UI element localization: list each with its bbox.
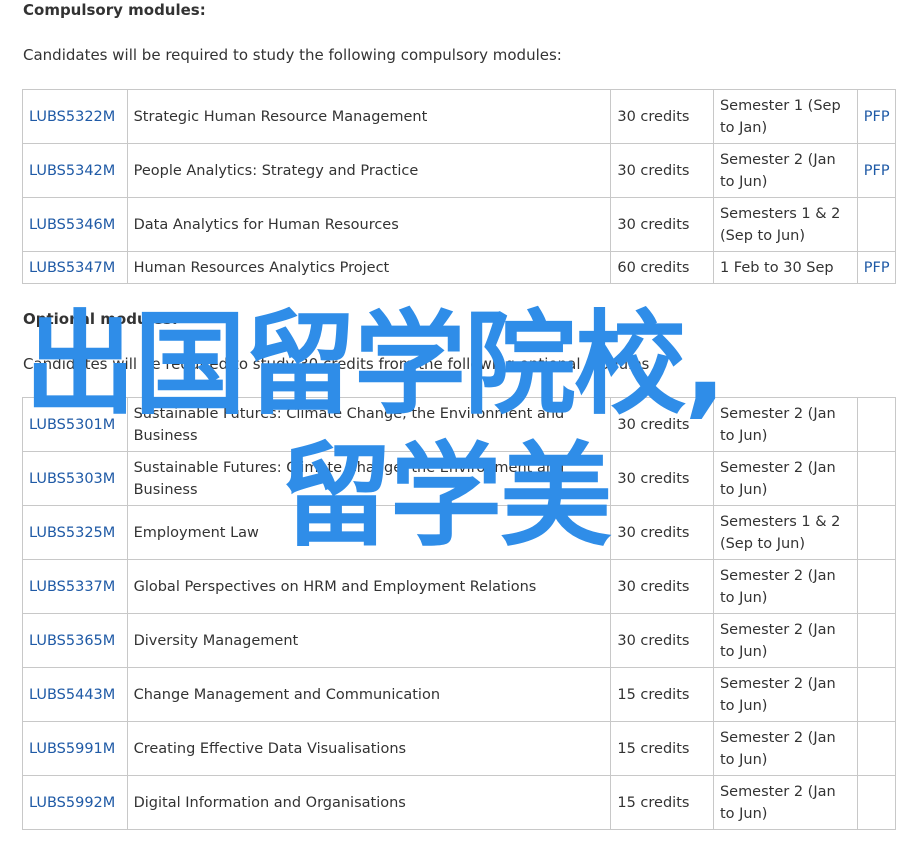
pfp-cell	[856, 721, 897, 776]
table-row: LUBS5365M Diversity Management 30 credit…	[22, 613, 897, 668]
module-credits: 30 credits	[610, 559, 714, 614]
pfp-link[interactable]: PFP	[856, 251, 897, 284]
table-row: LUBS5992M Digital Information and Organi…	[22, 775, 897, 830]
module-semester: Semester 2 (Jan to Jun)	[712, 721, 858, 776]
module-credits: 30 credits	[610, 143, 714, 198]
table-row: LUBS5346M Data Analytics for Human Resou…	[22, 197, 897, 252]
module-title: Human Resources Analytics Project	[126, 251, 612, 284]
module-title: Strategic Human Resource Management	[126, 89, 612, 144]
table-row: LUBS5342M People Analytics: Strategy and…	[22, 143, 897, 198]
module-credits: 30 credits	[610, 505, 714, 560]
module-code-link[interactable]: LUBS5301M	[22, 397, 128, 452]
compulsory-modules-table: LUBS5322M Strategic Human Resource Manag…	[22, 89, 897, 284]
module-semester: 1 Feb to 30 Sep	[712, 251, 858, 284]
table-row: LUBS5303M Sustainable Futures: Climate C…	[22, 451, 897, 506]
pfp-cell	[856, 775, 897, 830]
pfp-cell	[856, 667, 897, 722]
table-row: LUBS5347M Human Resources Analytics Proj…	[22, 251, 897, 284]
module-code-link[interactable]: LUBS5303M	[22, 451, 128, 506]
module-code-link[interactable]: LUBS5347M	[22, 251, 128, 284]
optional-modules-table: LUBS5301M Sustainable Futures: Climate C…	[22, 397, 897, 830]
pfp-cell	[856, 451, 897, 506]
module-credits: 30 credits	[610, 197, 714, 252]
module-code-link[interactable]: LUBS5443M	[22, 667, 128, 722]
pfp-link[interactable]: PFP	[856, 143, 897, 198]
table-row: LUBS5301M Sustainable Futures: Climate C…	[22, 397, 897, 452]
table-row: LUBS5325M Employment Law 30 credits Seme…	[22, 505, 897, 560]
module-title: Digital Information and Organisations	[126, 775, 612, 830]
module-code-link[interactable]: LUBS5342M	[22, 143, 128, 198]
module-semester: Semester 2 (Jan to Jun)	[712, 775, 858, 830]
module-semester: Semesters 1 & 2 (Sep to Jun)	[712, 197, 858, 252]
module-credits: 15 credits	[610, 667, 714, 722]
module-code-link[interactable]: LUBS5337M	[22, 559, 128, 614]
module-credits: 15 credits	[610, 775, 714, 830]
table-row: LUBS5991M Creating Effective Data Visual…	[22, 721, 897, 776]
module-code-link[interactable]: LUBS5325M	[22, 505, 128, 560]
module-credits: 30 credits	[610, 613, 714, 668]
table-row: LUBS5322M Strategic Human Resource Manag…	[22, 89, 897, 144]
module-title: Sustainable Futures: Climate Change, the…	[126, 397, 612, 452]
module-title: Sustainable Futures: Climate Change, the…	[126, 451, 612, 506]
module-semester: Semester 2 (Jan to Jun)	[712, 559, 858, 614]
module-code-link[interactable]: LUBS5346M	[22, 197, 128, 252]
compulsory-heading: Compulsory modules:	[23, 1, 206, 19]
optional-intro: Candidates will be required to study 30 …	[23, 355, 650, 373]
module-code-link[interactable]: LUBS5322M	[22, 89, 128, 144]
module-title: Data Analytics for Human Resources	[126, 197, 612, 252]
pfp-cell	[856, 397, 897, 452]
module-semester: Semester 2 (Jan to Jun)	[712, 397, 858, 452]
module-semester: Semesters 1 & 2 (Sep to Jun)	[712, 505, 858, 560]
pfp-link[interactable]	[856, 197, 897, 252]
module-title: People Analytics: Strategy and Practice	[126, 143, 612, 198]
module-semester: Semester 2 (Jan to Jun)	[712, 667, 858, 722]
module-credits: 60 credits	[610, 251, 714, 284]
module-title: Global Perspectives on HRM and Employmen…	[126, 559, 612, 614]
module-code-link[interactable]: LUBS5365M	[22, 613, 128, 668]
module-credits: 30 credits	[610, 397, 714, 452]
pfp-cell	[856, 613, 897, 668]
module-title: Employment Law	[126, 505, 612, 560]
table-row: LUBS5443M Change Management and Communic…	[22, 667, 897, 722]
module-semester: Semester 1 (Sep to Jan)	[712, 89, 858, 144]
compulsory-intro: Candidates will be required to study the…	[23, 46, 562, 64]
module-semester: Semester 2 (Jan to Jun)	[712, 143, 858, 198]
table-row: LUBS5337M Global Perspectives on HRM and…	[22, 559, 897, 614]
module-semester: Semester 2 (Jan to Jun)	[712, 613, 858, 668]
module-semester: Semester 2 (Jan to Jun)	[712, 451, 858, 506]
module-code-link[interactable]: LUBS5991M	[22, 721, 128, 776]
pfp-cell	[856, 559, 897, 614]
module-credits: 15 credits	[610, 721, 714, 776]
module-title: Diversity Management	[126, 613, 612, 668]
module-code-link[interactable]: LUBS5992M	[22, 775, 128, 830]
pfp-link[interactable]: PFP	[856, 89, 897, 144]
pfp-cell	[856, 505, 897, 560]
module-title: Creating Effective Data Visualisations	[126, 721, 612, 776]
module-title: Change Management and Communication	[126, 667, 612, 722]
optional-heading: Optional modules:	[23, 310, 178, 328]
module-credits: 30 credits	[610, 89, 714, 144]
module-page: Compulsory modules: Candidates will be r…	[0, 0, 916, 845]
module-credits: 30 credits	[610, 451, 714, 506]
